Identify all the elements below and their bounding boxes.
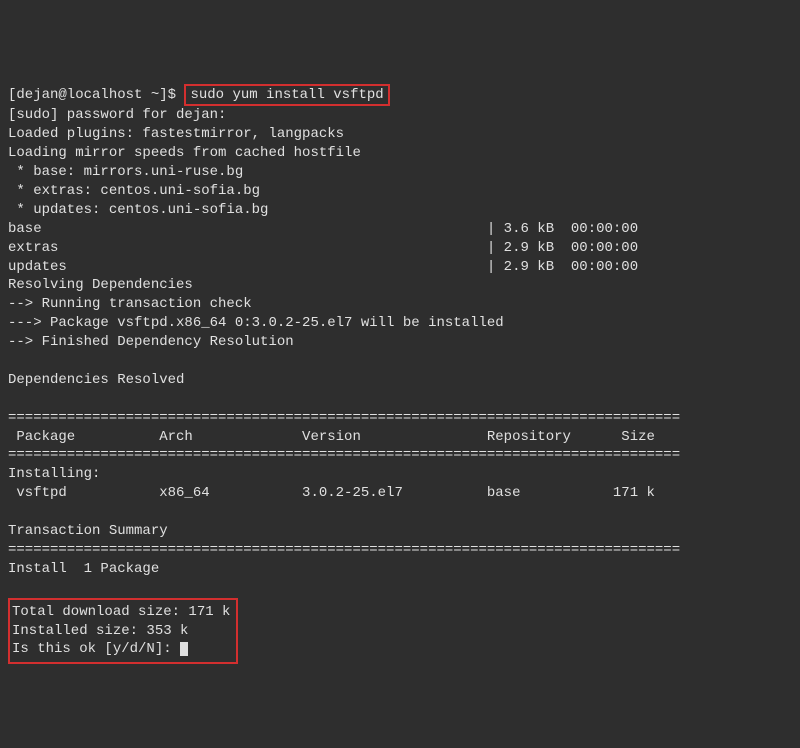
command-text[interactable]: sudo yum install vsftpd xyxy=(190,87,383,103)
cursor-icon xyxy=(180,642,188,656)
sudo-password-line: [sudo] password for dejan: xyxy=(8,107,226,123)
deps-resolved-line: Dependencies Resolved xyxy=(8,372,184,388)
pkg-install-line: ---> Package vsftpd.x86_64 0:3.0.2-25.el… xyxy=(8,315,504,331)
summary-highlight: Total download size: 171 k Installed siz… xyxy=(8,598,238,665)
repo-base-line: base | 3.6 kB 00:00:00 xyxy=(8,221,638,237)
resolving-line: Resolving Dependencies xyxy=(8,277,193,293)
command-highlight: sudo yum install vsftpd xyxy=(184,84,389,107)
repo-updates-line: updates | 2.9 kB 00:00:00 xyxy=(8,259,638,275)
hr-bottom: ========================================… xyxy=(8,542,680,558)
mirror-extras-line: * extras: centos.uni-sofia.bg xyxy=(8,183,260,199)
hr-mid: ========================================… xyxy=(8,447,680,463)
installed-size-line: Installed size: 353 k xyxy=(12,623,188,639)
loading-line: Loading mirror speeds from cached hostfi… xyxy=(8,145,361,161)
confirm-prompt[interactable]: Is this ok [y/d/N]: xyxy=(12,641,180,657)
mirror-base-line: * base: mirrors.uni-ruse.bg xyxy=(8,164,243,180)
mirror-updates-line: * updates: centos.uni-sofia.bg xyxy=(8,202,268,218)
trans-summary-label: Transaction Summary xyxy=(8,523,168,539)
download-size-line: Total download size: 171 k xyxy=(12,604,230,620)
install-count-line: Install 1 Package xyxy=(8,561,159,577)
finished-line: --> Finished Dependency Resolution xyxy=(8,334,294,350)
table-header: Package Arch Version Repository Size xyxy=(8,429,655,445)
plugins-line: Loaded plugins: fastestmirror, langpacks xyxy=(8,126,344,142)
installing-label: Installing: xyxy=(8,466,100,482)
table-row: vsftpd x86_64 3.0.2-25.el7 base 171 k xyxy=(8,485,655,501)
trans-check-line: --> Running transaction check xyxy=(8,296,252,312)
repo-extras-line: extras | 2.9 kB 00:00:00 xyxy=(8,240,638,256)
shell-prompt: [dejan@localhost ~]$ xyxy=(8,87,176,103)
hr-top: ========================================… xyxy=(8,410,680,426)
